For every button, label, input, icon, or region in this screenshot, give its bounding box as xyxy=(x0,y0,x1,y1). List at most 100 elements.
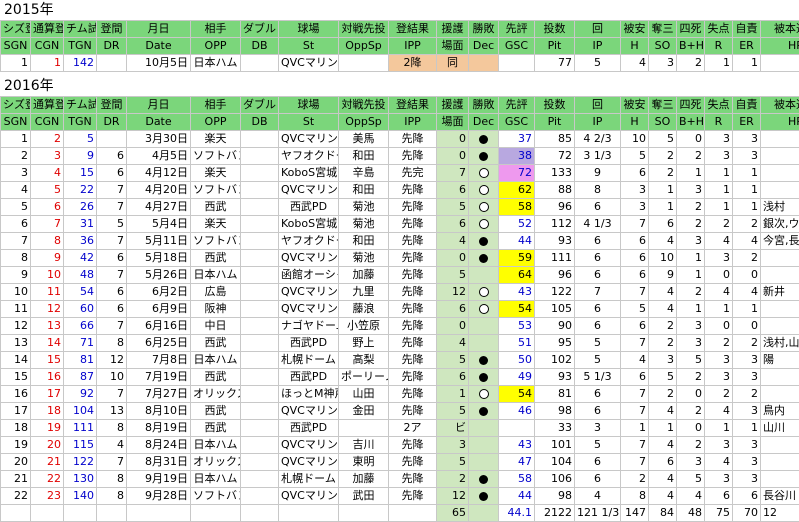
cell-hr: 浅村,山川 xyxy=(761,335,799,352)
cell-sgn: 19 xyxy=(1,437,31,454)
cell-st: 札幌ドーム xyxy=(279,471,339,488)
cell-hr: 陽 xyxy=(761,352,799,369)
header-row-codes: SGNCGNTGNDRDateOPPDBStOppSpIPP場面DecGSCPi… xyxy=(1,38,799,55)
cell-h: 7 xyxy=(621,437,649,454)
cell-pit: 98 xyxy=(535,488,575,505)
cell-oppsp: 吉川 xyxy=(339,437,389,454)
table-row: 1253月30日楽天QVCマリン美馬先降037854 2/3105033 xyxy=(1,131,799,148)
cell-sgn: 13 xyxy=(1,335,31,352)
cell-r: 1 xyxy=(705,55,733,72)
cell-cgn: 15 xyxy=(31,352,64,369)
header-label-opp: 相手 xyxy=(191,97,241,114)
cell-date: 7月27日 xyxy=(127,386,191,403)
cell-gsc: 43 xyxy=(499,437,535,454)
cell-tgn: 81 xyxy=(64,352,97,369)
cell-gsc: 62 xyxy=(499,182,535,199)
cell-h: 7 xyxy=(621,454,649,471)
header-code-r: R xyxy=(705,114,733,131)
year-2015-heading: 2015年 xyxy=(4,1,54,19)
cell-oppsp: 野上 xyxy=(339,335,389,352)
cell-opp: 阪神 xyxy=(191,301,241,318)
header-code-hr: HR xyxy=(761,38,799,55)
cell-so: 1 xyxy=(649,182,677,199)
cell-dr: 6 xyxy=(97,284,127,301)
table-row: 222314089月28日ソフトバンクQVCマリン武田先降12449848446… xyxy=(1,488,799,505)
cell-er: 3 xyxy=(733,454,761,471)
cell-db xyxy=(241,318,279,335)
cell-hr xyxy=(761,267,799,284)
cell-date: 3月30日 xyxy=(127,131,191,148)
cell-bh: 0 xyxy=(677,131,705,148)
cell-ip: 6 xyxy=(575,301,621,318)
cell-gsc: 49 xyxy=(499,369,535,386)
cell-bh: 2 xyxy=(677,199,705,216)
cell-ipp: 先降 xyxy=(389,471,437,488)
cell-opp: 西武 xyxy=(191,250,241,267)
cell-cgn: 5 xyxy=(31,182,64,199)
cell-db xyxy=(241,284,279,301)
cell-r: 3 xyxy=(705,437,733,454)
cell-st: 西武PD xyxy=(279,369,339,386)
header-label-h: 被安 xyxy=(621,21,649,38)
table-row: 12136676月16日中日ナゴヤドーム小笠原先降05390662300 xyxy=(1,318,799,335)
header-code-dec: Dec xyxy=(469,114,499,131)
cell-st: ヤフオクドーム xyxy=(279,148,339,165)
cell-db xyxy=(241,454,279,471)
cell-hr xyxy=(761,454,799,471)
win-circle-icon xyxy=(479,185,489,195)
table-row: 341564月12日楽天KoboS宮城辛島先完772133962111 xyxy=(1,165,799,182)
cell-er: 3 xyxy=(733,471,761,488)
cell-sc: 1 xyxy=(437,386,469,403)
cell-sc: 0 xyxy=(437,250,469,267)
cell-ipp: 先降 xyxy=(389,352,437,369)
total-db xyxy=(241,505,279,522)
cell-cgn: 21 xyxy=(31,454,64,471)
cell-pit: 102 xyxy=(535,352,575,369)
header-code-st: St xyxy=(279,38,339,55)
header-code-tgn: TGN xyxy=(64,38,97,55)
cell-db xyxy=(241,437,279,454)
cell-db xyxy=(241,301,279,318)
cell-ipp: 先降 xyxy=(389,284,437,301)
cell-db xyxy=(241,233,279,250)
cell-bh: 2 xyxy=(677,216,705,233)
header-code-pit: Pit xyxy=(535,114,575,131)
cell-hr xyxy=(761,165,799,182)
header-label-hr: 被本選手 xyxy=(761,21,799,38)
cell-st: ナゴヤドーム xyxy=(279,318,339,335)
cell-db xyxy=(241,267,279,284)
header-code-ip: IP xyxy=(575,114,621,131)
cell-gsc: 52 xyxy=(499,216,535,233)
cell-dec xyxy=(469,250,499,267)
cell-dec xyxy=(469,471,499,488)
cell-dr: 8 xyxy=(97,335,127,352)
cell-gsc: 54 xyxy=(499,301,535,318)
header-code-oppsp: OppSp xyxy=(339,114,389,131)
header-label-hr: 被本選手 xyxy=(761,97,799,114)
cell-cgn: 10 xyxy=(31,267,64,284)
cell-st: 札幌ドーム xyxy=(279,352,339,369)
cell-oppsp: 和田 xyxy=(339,148,389,165)
cell-h: 7 xyxy=(621,386,649,403)
cell-opp: 楽天 xyxy=(191,216,241,233)
header-label-er: 自責 xyxy=(733,21,761,38)
cell-db xyxy=(241,471,279,488)
cell-hr: 山川 xyxy=(761,420,799,437)
cell-er: 1 xyxy=(733,301,761,318)
cell-dr: 7 xyxy=(97,386,127,403)
cell-tgn: 9 xyxy=(64,148,97,165)
cell-sgn: 2 xyxy=(1,148,31,165)
cell-ip: 5 xyxy=(575,55,621,72)
cell-st: QVCマリン xyxy=(279,403,339,420)
cell-db xyxy=(241,165,279,182)
cell-r: 4 xyxy=(705,233,733,250)
total-date xyxy=(127,505,191,522)
cell-gsc: 38 xyxy=(499,148,535,165)
cell-st: QVCマリン xyxy=(279,131,339,148)
loss-circle-icon xyxy=(479,373,488,382)
cell-sc: 7 xyxy=(437,165,469,182)
cell-dec xyxy=(469,284,499,301)
header-row-labels: シズ登通算登チム試登間月日相手ダブル球場対戦先投登結果援護勝敗先評投数回被安奪三… xyxy=(1,21,799,38)
table-row: 13147186月25日西武西武PD野上先降45195572322浅村,山川 xyxy=(1,335,799,352)
cell-oppsp: 高梨 xyxy=(339,352,389,369)
